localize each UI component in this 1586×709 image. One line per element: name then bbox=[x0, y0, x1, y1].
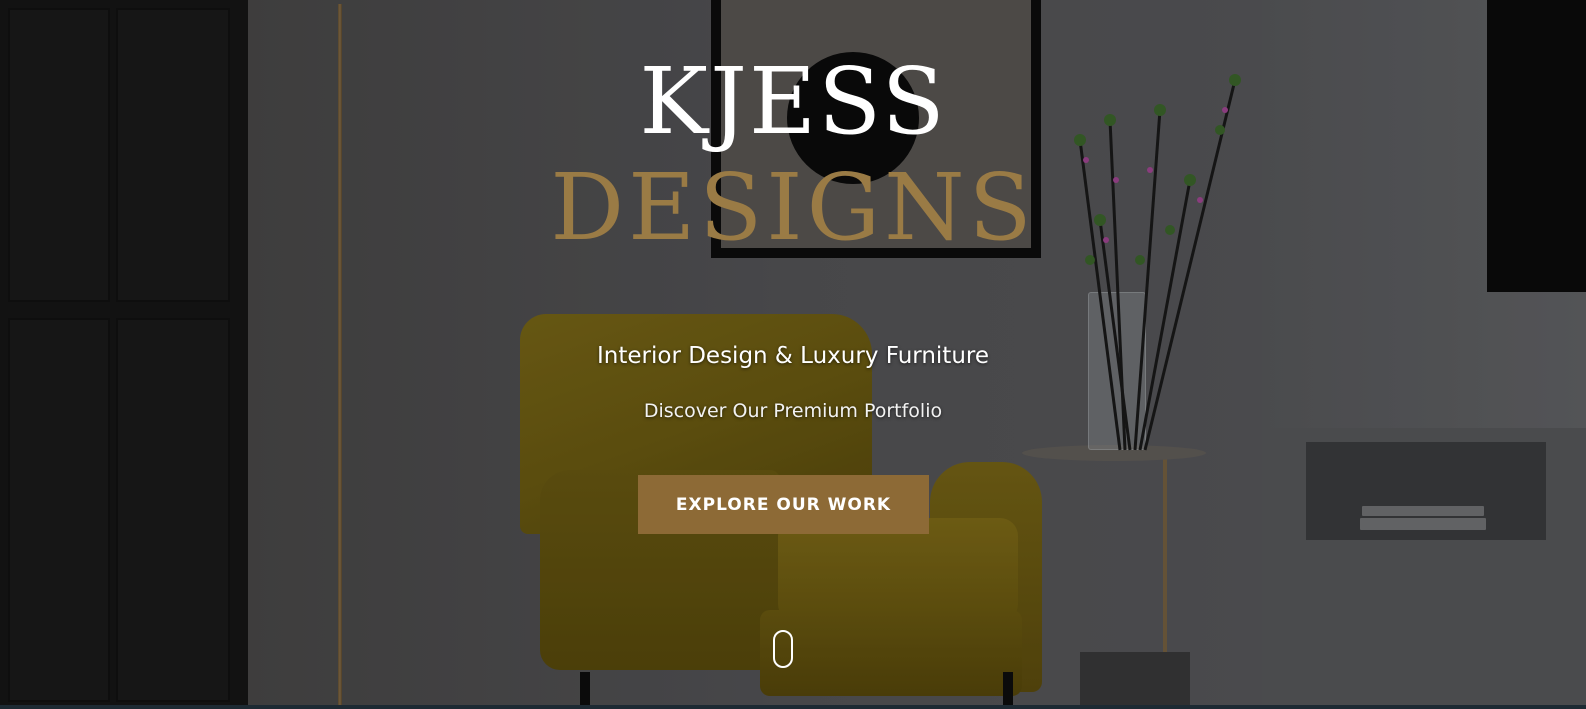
mouse-scroll-icon[interactable] bbox=[773, 630, 793, 668]
brand-logo-bottom: DESIGNS bbox=[550, 154, 1036, 261]
hero-subtagline: Discover Our Premium Portfolio bbox=[643, 400, 943, 422]
hero-section: KJESS DESIGNS Interior Design & Luxury F… bbox=[0, 0, 1586, 709]
brand-logo-top: KJESS bbox=[639, 48, 947, 155]
explore-our-work-button[interactable]: EXPLORE OUR WORK bbox=[638, 475, 929, 534]
bottom-border bbox=[0, 705, 1586, 709]
hero-tagline: Interior Design & Luxury Furniture bbox=[597, 343, 989, 369]
